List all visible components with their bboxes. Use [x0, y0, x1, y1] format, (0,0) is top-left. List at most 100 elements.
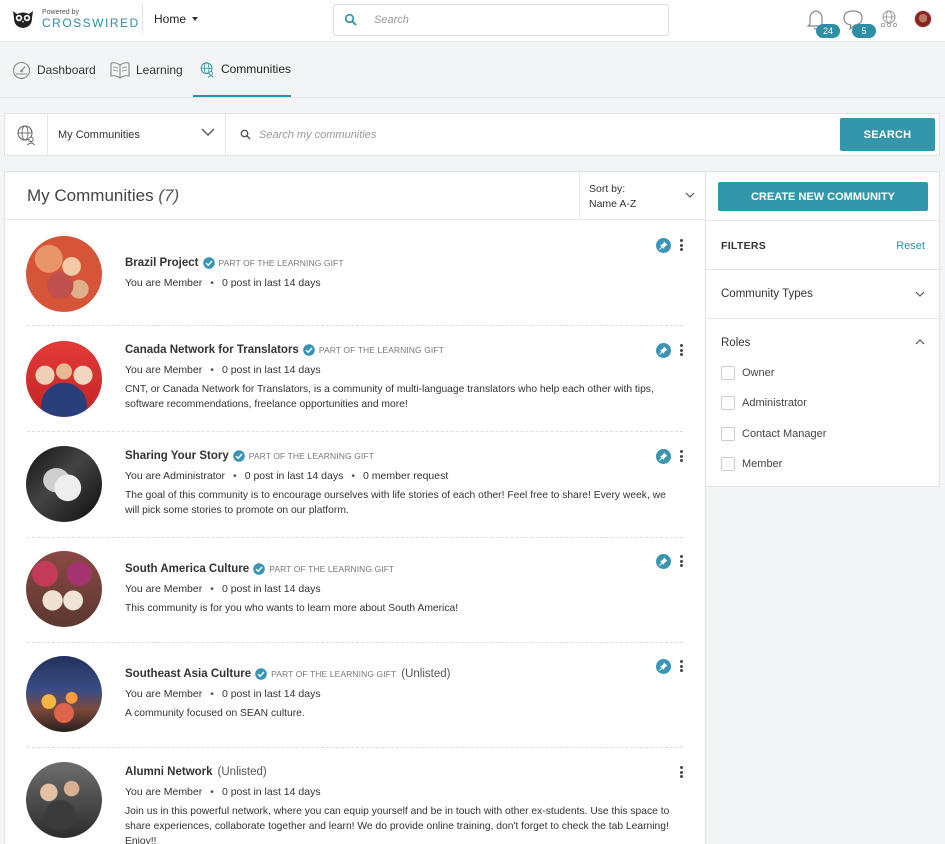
section-tabs: Dashboard Learning Communities [0, 43, 945, 98]
top-bar: Powered by CROSSWIRED Home 24 5 [0, 0, 945, 42]
card-divider [27, 642, 683, 643]
role-checkbox[interactable] [721, 427, 735, 441]
community-description: A community focused on SEAN culture. [125, 708, 305, 719]
sidebar-divider [706, 269, 939, 270]
community-search [226, 128, 840, 141]
community-name[interactable]: South America Culture PART OF THE LEARNI… [125, 563, 394, 575]
more-options-icon[interactable] [677, 343, 685, 357]
community-avatar[interactable] [26, 446, 102, 522]
home-menu-label: Home [154, 12, 187, 26]
pin-button[interactable] [656, 343, 671, 358]
role-filter-member[interactable]: Member [721, 457, 782, 471]
roles-toggle[interactable]: Roles [721, 337, 750, 349]
community-name-text: Brazil Project [125, 257, 199, 269]
pin-button[interactable] [656, 449, 671, 464]
community-name[interactable]: Alumni Network (Unlisted) [125, 766, 267, 778]
book-icon [110, 62, 130, 79]
community-name-text: Alumni Network [125, 766, 213, 778]
more-options-icon[interactable] [677, 554, 685, 568]
community-scope-select[interactable]: My Communities [48, 114, 226, 155]
community-meta: You are Member • 0 post in last 14 days [125, 364, 321, 376]
community-name-text: Sharing Your Story [125, 450, 229, 462]
role-filter-administrator[interactable]: Administrator [721, 396, 807, 410]
role-label: Administrator [742, 397, 807, 409]
chevron-up-icon[interactable] [915, 339, 925, 345]
community-search-bar: My Communities SEARCH [4, 113, 940, 156]
page-title: My Communities (7) [27, 186, 179, 206]
logo-powered-text: Powered by [42, 9, 79, 16]
tab-learning-label: Learning [136, 63, 183, 77]
communities-list-panel: My Communities (7) Sort by: Name A-Z Bra… [4, 171, 706, 844]
logo-brand-text: CROSSWIRED [42, 16, 140, 30]
sort-dropdown[interactable]: Sort by: Name A-Z [579, 172, 705, 219]
tab-communities-label: Communities [220, 62, 291, 76]
role-filter-owner[interactable]: Owner [721, 366, 774, 380]
crosswired-logo[interactable]: Powered by CROSSWIRED [12, 9, 140, 29]
learning-gift-tag: PART OF THE LEARNING GIFT [269, 564, 395, 574]
tab-dashboard-label: Dashboard [37, 63, 96, 77]
role-checkbox[interactable] [721, 457, 735, 471]
community-name[interactable]: Brazil Project PART OF THE LEARNING GIFT [125, 257, 344, 269]
verified-icon [253, 563, 265, 575]
card-divider [27, 325, 683, 326]
role-filter-contact-manager[interactable]: Contact Manager [721, 427, 826, 441]
post-count: 0 post in last 14 days [221, 277, 321, 289]
community-name[interactable]: Canada Network for Translators PART OF T… [125, 344, 444, 356]
learning-gift-tag: PART OF THE LEARNING GIFT [318, 345, 444, 355]
pin-icon [659, 241, 668, 250]
more-options-icon[interactable] [677, 659, 685, 673]
pin-button[interactable] [656, 659, 671, 674]
tab-communities[interactable]: Communities [193, 43, 291, 97]
community-meta: You are Member • 0 post in last 14 days [125, 688, 321, 700]
community-types-toggle[interactable]: Community Types [721, 288, 813, 300]
community-description: This community is for you who wants to l… [125, 603, 459, 614]
caret-down-icon [192, 17, 199, 21]
learning-gift-tag: PART OF THE LEARNING GIFT [218, 258, 344, 268]
community-name[interactable]: Sharing Your Story PART OF THE LEARNING … [125, 450, 374, 462]
community-name-text: South America Culture [125, 563, 250, 575]
user-avatar[interactable] [914, 10, 932, 28]
more-options-icon[interactable] [677, 449, 685, 463]
role-label: Owner [742, 367, 775, 379]
tab-dashboard[interactable]: Dashboard [12, 43, 96, 97]
home-menu[interactable]: Home [154, 12, 199, 26]
role-checkbox[interactable] [721, 366, 735, 380]
community-name[interactable]: Southeast Asia Culture PART OF THE LEARN… [125, 668, 450, 680]
community-avatar[interactable] [26, 341, 102, 417]
community-search-input[interactable] [259, 128, 759, 141]
post-count: 0 post in last 14 days [221, 583, 321, 595]
chevron-down-icon [201, 128, 215, 136]
pin-button[interactable] [656, 238, 671, 253]
learning-gift-tag: PART OF THE LEARNING GIFT [248, 451, 374, 461]
reset-filters-link[interactable]: Reset [896, 240, 925, 252]
community-avatar[interactable] [26, 762, 102, 838]
communities-globe-icon[interactable] [879, 9, 899, 31]
verified-icon [255, 668, 267, 680]
filters-sidebar: CREATE NEW COMMUNITY FILTERS Reset Commu… [706, 171, 940, 487]
role-label: Member [742, 458, 783, 470]
community-meta: You are Member • 0 post in last 14 days [125, 277, 321, 289]
community-avatar[interactable] [26, 656, 102, 732]
owl-logo-icon [13, 11, 33, 28]
post-count: 0 post in last 14 days [221, 786, 321, 798]
scope-icon-box [5, 114, 48, 155]
search-button[interactable]: SEARCH [840, 118, 935, 151]
more-options-icon[interactable] [677, 238, 685, 252]
more-options-icon[interactable] [677, 765, 685, 779]
verified-icon [232, 450, 245, 462]
pin-button[interactable] [656, 554, 671, 569]
community-avatar[interactable] [26, 551, 102, 627]
chevron-down-icon [685, 192, 695, 198]
chevron-down-icon[interactable] [915, 291, 925, 297]
dashboard-icon [12, 61, 31, 79]
tab-learning[interactable]: Learning [110, 43, 183, 97]
list-header: My Communities (7) Sort by: Name A-Z [5, 172, 705, 220]
community-avatar[interactable] [26, 236, 102, 312]
role-checkbox[interactable] [721, 396, 735, 410]
verified-icon [202, 257, 215, 269]
global-search-input[interactable] [374, 14, 634, 26]
member-role: You are Member [125, 277, 203, 289]
card-divider [27, 537, 683, 538]
member-role: You are Member [125, 583, 203, 595]
create-community-button[interactable]: CREATE NEW COMMUNITY [718, 182, 928, 211]
